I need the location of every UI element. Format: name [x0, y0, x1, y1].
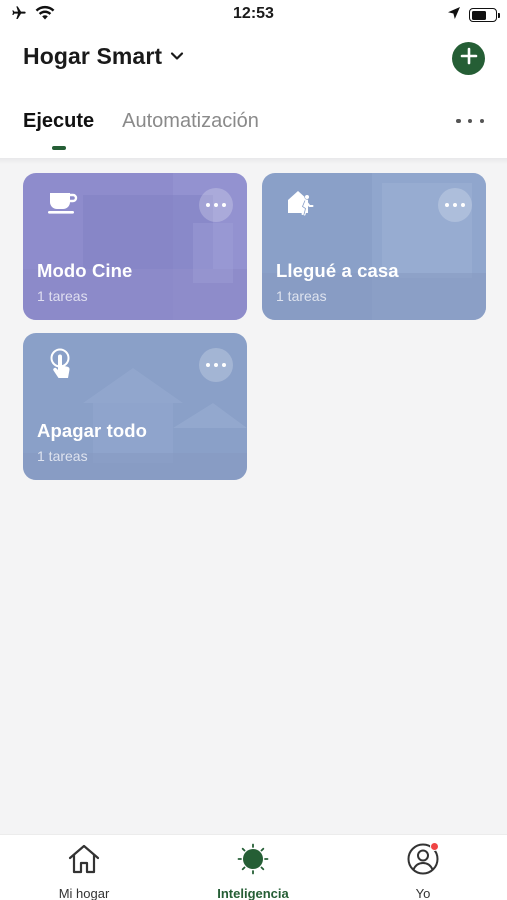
scene-title: Llegué a casa — [276, 260, 399, 281]
notification-dot — [430, 842, 439, 851]
tab-ejecute[interactable]: Ejecute — [23, 110, 94, 133]
nav-mi-hogar[interactable]: Mi hogar — [29, 843, 139, 900]
scene-task-count: 1 tareas — [37, 448, 88, 464]
ellipsis-icon — [456, 118, 461, 124]
status-bar: 12:53 — [0, 0, 507, 30]
scene-card-apagar-todo[interactable]: Apagar todo 1 tareas — [23, 333, 247, 480]
home-title: Hogar Smart — [23, 43, 163, 69]
scene-options-button[interactable] — [199, 188, 233, 222]
house-icon — [66, 843, 102, 880]
chevron-down-icon — [170, 48, 184, 66]
arrive-home-icon — [286, 188, 316, 221]
add-scene-button[interactable] — [452, 42, 485, 75]
nav-label: Inteligencia — [217, 886, 289, 900]
tabs-more-button[interactable] — [456, 112, 484, 130]
user-icon — [405, 842, 441, 880]
scene-options-button[interactable] — [438, 188, 472, 222]
home-selector[interactable]: Hogar Smart — [23, 43, 184, 70]
status-right — [447, 6, 500, 25]
nav-yo[interactable]: Yo — [368, 842, 478, 900]
plus-icon — [460, 47, 478, 70]
header-shadow — [0, 158, 507, 164]
bottom-navigation: Mi hogar Inteligencia Yo — [0, 834, 507, 900]
status-time: 12:53 — [233, 5, 274, 22]
scene-task-count: 1 tareas — [276, 288, 327, 304]
scene-tabs: Ejecute Automatización — [23, 110, 259, 133]
nav-inteligencia[interactable]: Inteligencia — [198, 843, 308, 900]
scene-title: Modo Cine — [37, 260, 133, 281]
tab-automatizacion[interactable]: Automatización — [122, 110, 259, 133]
scene-options-button[interactable] — [199, 348, 233, 382]
nav-label: Yo — [415, 886, 431, 900]
touch-hand-icon — [47, 348, 77, 387]
scene-card-llegue-a-casa[interactable]: Llegué a casa 1 tareas — [262, 173, 486, 320]
scene-card-modo-cine[interactable]: Modo Cine 1 tareas — [23, 173, 247, 320]
active-tab-indicator — [52, 146, 66, 150]
scene-task-count: 1 tareas — [37, 288, 88, 304]
top-header-area: 12:53 Hogar Smart Ejecute Automatización — [0, 0, 507, 158]
location-arrow-icon — [447, 6, 461, 25]
scene-title: Apagar todo — [37, 420, 148, 441]
coffee-cup-icon — [47, 188, 79, 221]
sun-icon — [235, 843, 271, 880]
nav-label: Mi hogar — [58, 886, 110, 900]
battery-icon — [469, 8, 500, 22]
